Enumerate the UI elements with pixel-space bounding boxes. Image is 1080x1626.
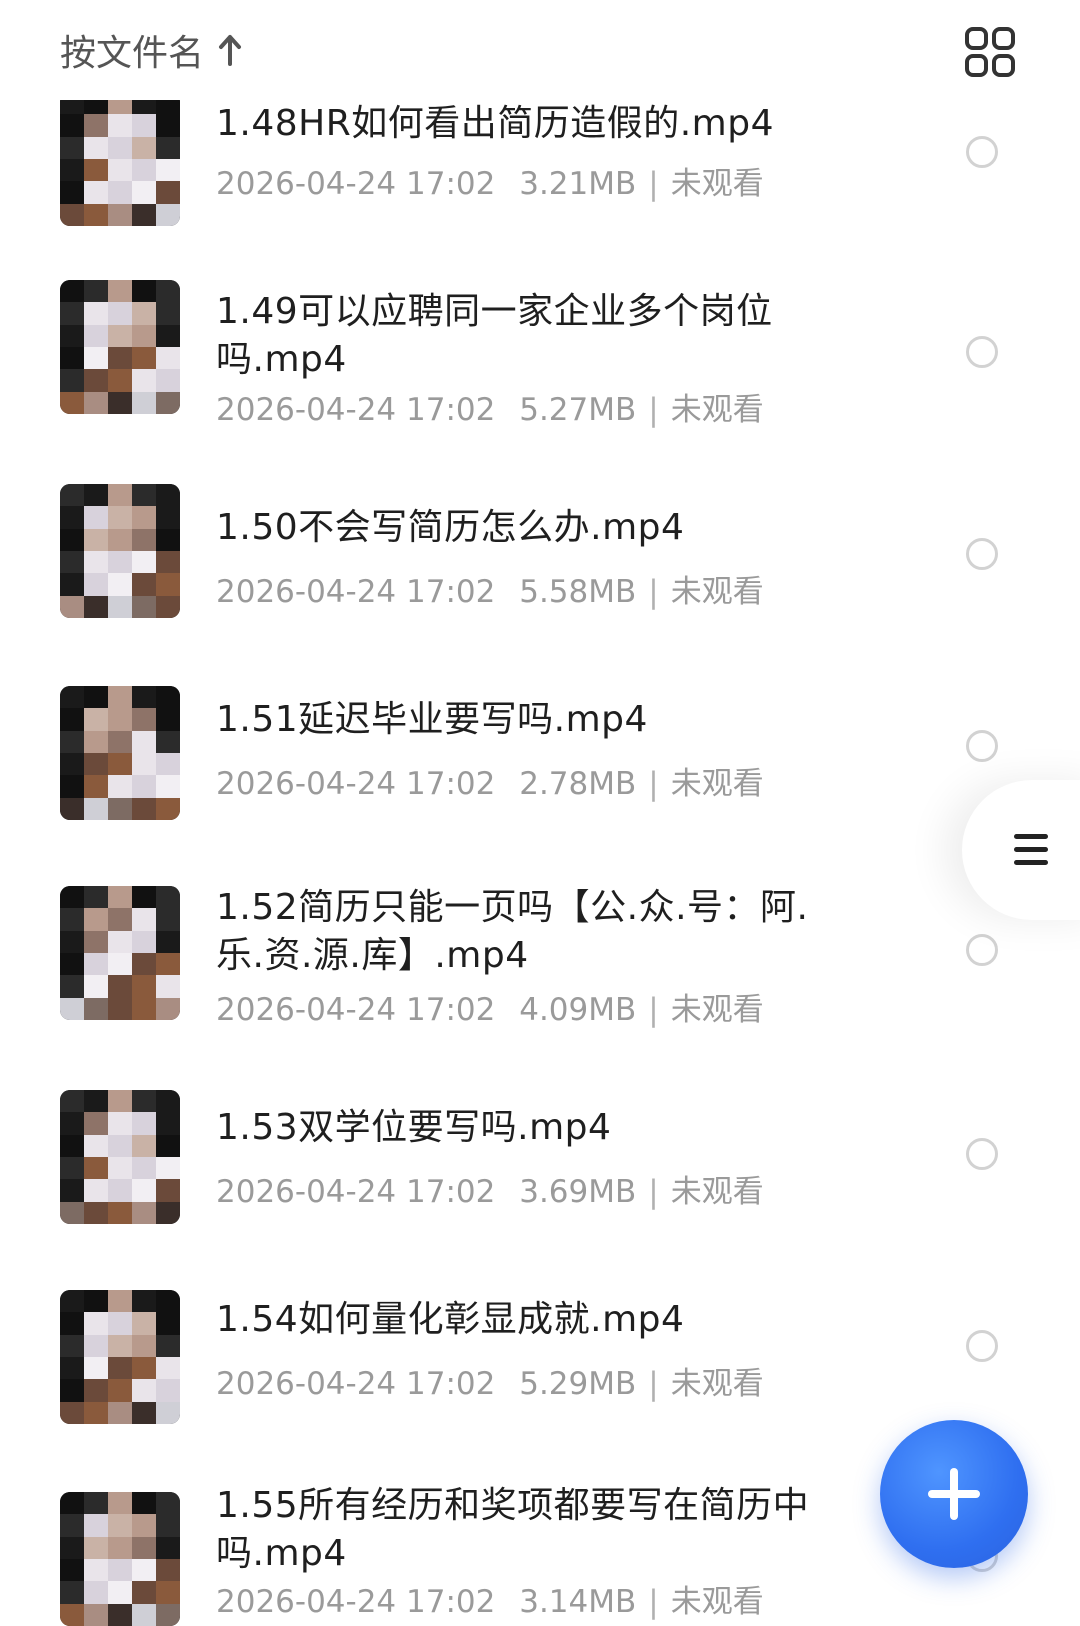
video-thumbnail bbox=[60, 484, 180, 618]
select-radio[interactable] bbox=[966, 1138, 998, 1170]
file-meta: 2026-04-24 17:02 5.58MB | 未观看 bbox=[216, 566, 764, 611]
file-size: 4.09MB bbox=[519, 992, 637, 1028]
file-date: 2026-04-24 17:02 bbox=[216, 1584, 496, 1620]
file-title: 1.52简历只能一页吗【公.众.号：阿.乐.资.源.库】.mp4 bbox=[216, 887, 809, 976]
file-title: 1.51延迟毕业要写吗.mp4 bbox=[216, 699, 648, 740]
select-radio[interactable] bbox=[966, 934, 998, 966]
file-date: 2026-04-24 17:02 bbox=[216, 392, 496, 428]
watch-status: 未观看 bbox=[670, 574, 764, 610]
sort-by-name-button[interactable]: 按文件名 bbox=[60, 24, 242, 76]
file-date: 2026-04-24 17:02 bbox=[216, 1366, 496, 1402]
video-thumbnail bbox=[60, 92, 180, 226]
sort-label: 按文件名 bbox=[60, 33, 205, 74]
file-title: 1.50不会写简历怎么办.mp4 bbox=[216, 507, 685, 548]
video-thumbnail bbox=[60, 280, 180, 414]
grid-view-icon[interactable] bbox=[964, 26, 1016, 78]
file-date: 2026-04-24 17:02 bbox=[216, 1174, 496, 1210]
file-list: 1.48HR如何看出简历造假的.mp4 2026-04-24 17:02 3.2… bbox=[0, 0, 1080, 1626]
file-title: 1.48HR如何看出简历造假的.mp4 bbox=[216, 103, 775, 144]
file-date: 2026-04-24 17:02 bbox=[216, 766, 496, 802]
watch-status: 未观看 bbox=[670, 1174, 764, 1210]
select-radio[interactable] bbox=[966, 1330, 998, 1362]
file-size: 3.69MB bbox=[519, 1174, 637, 1210]
meta-separator: | bbox=[648, 392, 659, 428]
watch-status: 未观看 bbox=[670, 166, 764, 202]
file-size: 2.78MB bbox=[519, 766, 637, 802]
watch-status: 未观看 bbox=[670, 766, 764, 802]
file-size: 3.21MB bbox=[519, 166, 637, 202]
select-radio[interactable] bbox=[966, 538, 998, 570]
file-date: 2026-04-24 17:02 bbox=[216, 992, 496, 1028]
watch-status: 未观看 bbox=[670, 1584, 764, 1620]
video-thumbnail bbox=[60, 1290, 180, 1424]
file-size: 5.58MB bbox=[519, 574, 637, 610]
video-thumbnail bbox=[60, 886, 180, 1020]
file-title: 1.54如何量化彰显成就.mp4 bbox=[216, 1299, 685, 1340]
file-meta: 2026-04-24 17:02 5.29MB | 未观看 bbox=[216, 1358, 764, 1403]
meta-separator: | bbox=[648, 1174, 659, 1210]
file-meta: 2026-04-24 17:02 5.27MB | 未观看 bbox=[216, 384, 764, 429]
file-meta: 2026-04-24 17:02 3.69MB | 未观看 bbox=[216, 1166, 764, 1211]
select-radio[interactable] bbox=[966, 336, 998, 368]
top-bar: 按文件名 bbox=[0, 0, 1080, 100]
file-meta: 2026-04-24 17:02 2.78MB | 未观看 bbox=[216, 758, 764, 803]
meta-separator: | bbox=[648, 1366, 659, 1402]
select-radio[interactable] bbox=[966, 730, 998, 762]
file-meta: 2026-04-24 17:02 3.21MB | 未观看 bbox=[216, 158, 764, 203]
file-meta: 2026-04-24 17:02 4.09MB | 未观看 bbox=[216, 984, 764, 1029]
plus-icon bbox=[924, 1464, 984, 1528]
watch-status: 未观看 bbox=[670, 1366, 764, 1402]
file-meta: 2026-04-24 17:02 3.14MB | 未观看 bbox=[216, 1576, 764, 1621]
menu-icon bbox=[1012, 830, 1052, 874]
arrow-up-icon bbox=[218, 34, 242, 66]
file-date: 2026-04-24 17:02 bbox=[216, 574, 496, 610]
file-size: 5.29MB bbox=[519, 1366, 637, 1402]
watch-status: 未观看 bbox=[670, 992, 764, 1028]
file-title: 1.55所有经历和奖项都要写在简历中吗.mp4 bbox=[216, 1485, 810, 1574]
select-radio[interactable] bbox=[966, 136, 998, 168]
video-thumbnail bbox=[60, 686, 180, 820]
video-thumbnail bbox=[60, 1090, 180, 1224]
meta-separator: | bbox=[648, 166, 659, 202]
video-thumbnail bbox=[60, 1492, 180, 1626]
file-size: 3.14MB bbox=[519, 1584, 637, 1620]
meta-separator: | bbox=[648, 992, 659, 1028]
watch-status: 未观看 bbox=[670, 392, 764, 428]
meta-separator: | bbox=[648, 766, 659, 802]
file-title: 1.53双学位要写吗.mp4 bbox=[216, 1107, 612, 1148]
add-button[interactable] bbox=[880, 1420, 1028, 1568]
file-size: 5.27MB bbox=[519, 392, 637, 428]
file-title: 1.49可以应聘同一家企业多个岗位吗.mp4 bbox=[216, 291, 773, 380]
meta-separator: | bbox=[648, 574, 659, 610]
meta-separator: | bbox=[648, 1584, 659, 1620]
file-date: 2026-04-24 17:02 bbox=[216, 166, 496, 202]
